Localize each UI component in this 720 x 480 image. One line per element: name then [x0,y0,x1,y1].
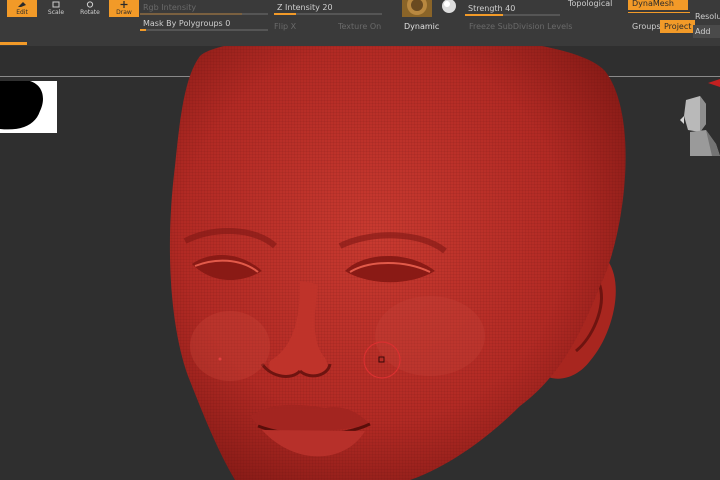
rgb-intensity-fill [140,13,243,15]
rotate-icon [86,1,94,8]
strength-slider[interactable]: Strength 40 [465,3,560,16]
draw-tool-label: Draw [116,9,132,16]
strength-label: Strength 40 [468,4,516,13]
rgb-intensity-label: Rgb Intensity [143,3,197,12]
dynamesh-button[interactable]: DynaMesh [628,0,688,10]
freeze-subdivision-button[interactable]: Freeze SubDivision Levels [465,20,576,33]
mask-by-polygroups-fill [140,29,146,31]
flip-x-button[interactable]: Flip X [270,20,300,33]
z-intensity-fill [274,13,296,15]
rgb-intensity-slider[interactable]: Rgb Intensity [140,2,268,15]
scale-tool-label: Scale [47,9,65,16]
material-sphere-icon [407,0,427,15]
add-button[interactable]: Add [693,25,720,38]
dynamic-button[interactable]: Dynamic [400,20,443,33]
z-intensity-label: Z Intensity 20 [277,3,333,12]
rotate-tool-label: Rotate [80,9,100,16]
material-swatch[interactable] [402,0,432,17]
z-intensity-slider[interactable]: Z Intensity 20 [274,2,382,15]
top-toolbar: Edit Scale Rotate Draw Rgb Intensity Z I… [0,0,720,46]
draw-tool-button[interactable]: Draw [109,0,139,17]
mask-by-polygroups-label: Mask By Polygroups 0 [143,19,231,28]
project-button[interactable]: Project [660,20,696,33]
navigation-head-icon[interactable] [676,94,720,166]
topological-button[interactable]: Topological [564,0,616,10]
alpha-preview[interactable] [0,81,57,133]
edit-tool-label: Edit [16,9,28,16]
edit-tool-button[interactable]: Edit [7,0,37,17]
texture-on-button[interactable]: Texture On [334,20,385,33]
strength-fill [465,14,503,16]
scale-icon [52,1,60,8]
scale-tool-button[interactable]: Scale [41,0,71,17]
resolution-slider[interactable]: Resolu [693,10,720,23]
brush-sphere-icon [442,0,456,13]
dynamesh-divider [628,12,690,13]
mask-by-polygroups-track [140,29,268,31]
edit-icon [18,2,26,7]
canvas-viewport[interactable] [0,46,720,480]
sculpt-mesh-head [169,46,626,480]
rotate-tool-button[interactable]: Rotate [75,0,105,17]
tool-indicator [0,42,27,45]
mask-by-polygroups-slider[interactable]: Mask By Polygroups 0 [140,18,268,31]
alpha-shape-icon [0,81,43,130]
brush-alpha-button[interactable] [438,0,460,17]
draw-icon [120,1,128,8]
